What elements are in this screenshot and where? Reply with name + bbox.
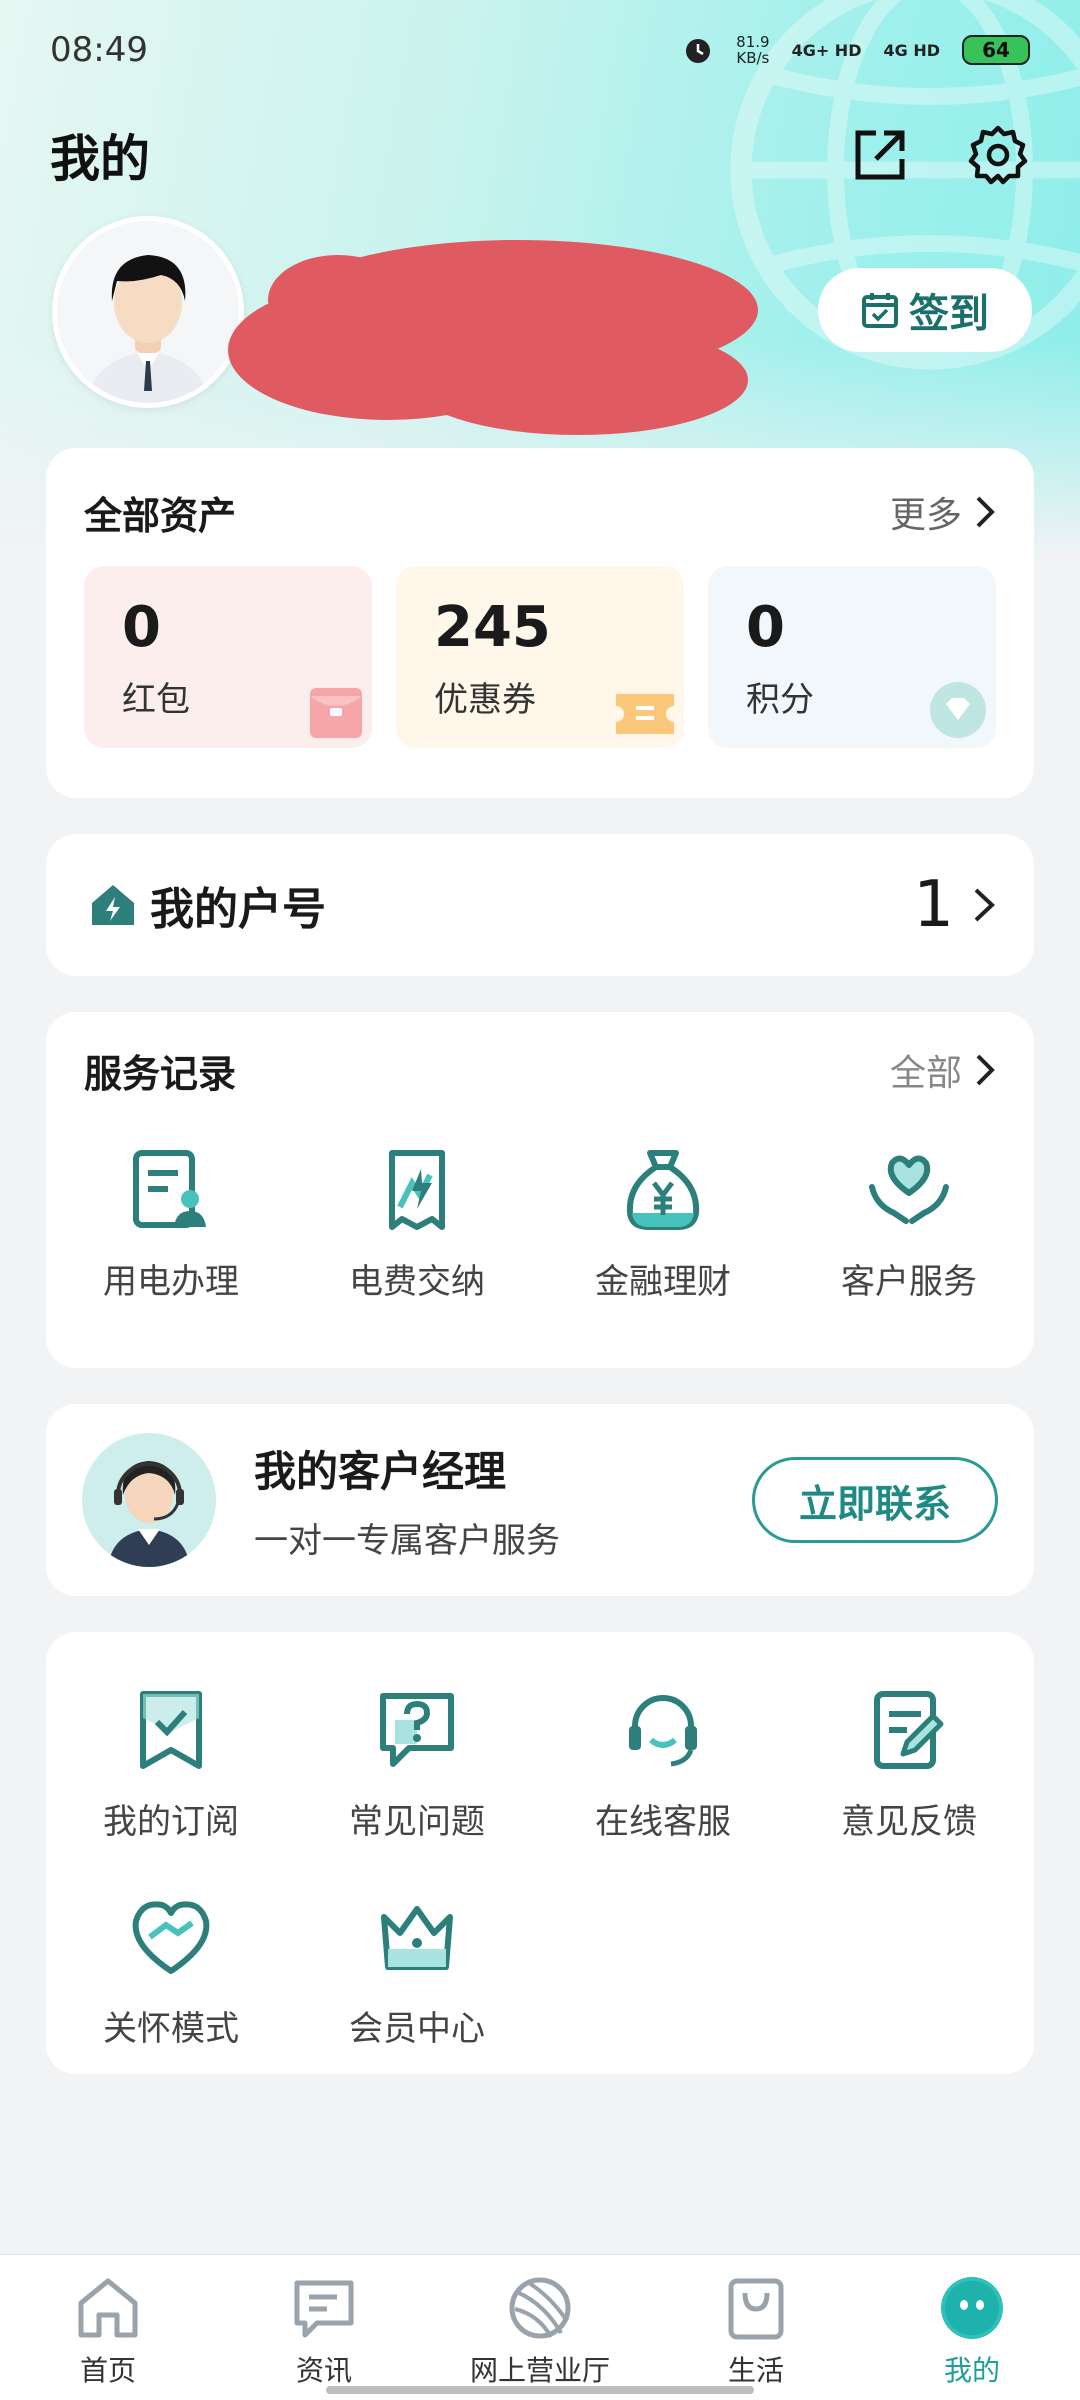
service-bill-payment[interactable]: 电费交纳 (294, 1142, 540, 1303)
tool-online-service[interactable]: 在线客服 (540, 1682, 786, 1843)
message-icon (294, 2280, 354, 2338)
asset-coupon[interactable]: 245 优惠券 (396, 566, 684, 748)
asset-value: 0 (746, 595, 785, 660)
question-icon (380, 1693, 454, 1767)
house-lightning-icon (92, 885, 134, 925)
sim1-signal: 4G+ HD (791, 40, 862, 60)
calendar-check-icon (862, 293, 898, 328)
tool-label: 会员中心 (349, 2009, 485, 2049)
external-link-icon (855, 130, 905, 180)
service-label: 用电办理 (103, 1262, 239, 1302)
chevron-right-icon (974, 888, 995, 922)
gear-icon (968, 125, 1028, 185)
share-button[interactable] (848, 123, 912, 187)
manager-avatar (82, 1433, 216, 1567)
tool-label: 意见反馈 (841, 1802, 977, 1842)
profile-face-icon (941, 2277, 1003, 2339)
nav-online-hall[interactable]: 网上营业厅 (432, 2255, 648, 2400)
tool-faq[interactable]: 常见问题 (294, 1682, 540, 1843)
status-time: 08:49 (50, 30, 148, 70)
account-count: 1 (913, 868, 954, 942)
home-indicator[interactable] (326, 2386, 754, 2394)
checkin-button[interactable]: 签到 (818, 268, 1032, 352)
asset-value: 245 (434, 595, 551, 660)
bottom-nav: 首页 资讯 网上营业厅 生活 我的 (0, 2254, 1080, 2400)
nav-label: 首页 (79, 2354, 136, 2387)
contact-now-button[interactable]: 立即联系 (752, 1457, 998, 1543)
checkin-label: 签到 (909, 291, 989, 337)
coupon-icon (616, 694, 674, 734)
headset-icon (629, 1695, 697, 1767)
home-icon (78, 2278, 138, 2338)
chevron-right-icon (976, 496, 995, 528)
assets-title: 全部资产 (84, 493, 237, 538)
service-customer-service[interactable]: 客户服务 (786, 1142, 1032, 1303)
tool-member-center[interactable]: 会员中心 (294, 1889, 540, 2050)
service-label: 金融理财 (595, 1262, 731, 1302)
tool-label: 关怀模式 (103, 2009, 239, 2049)
sim2-signal: 4G HD (883, 40, 940, 60)
avatar[interactable] (52, 216, 244, 408)
services-title: 服务记录 (84, 1051, 237, 1096)
tools-card: 我的订阅 常见问题 在线客服 意见反馈 关怀模式 会员中心 (46, 1632, 1034, 2074)
service-label: 电费交纳 (349, 1262, 485, 1302)
asset-label: 积分 (746, 680, 814, 720)
tool-subscriptions[interactable]: 我的订阅 (48, 1682, 294, 1843)
alarm-icon (686, 39, 711, 63)
service-label: 客户服务 (841, 1262, 977, 1302)
heart-hands-icon (869, 1155, 949, 1224)
nav-label: 网上营业厅 (469, 2354, 610, 2387)
service-electricity-application[interactable]: 用电办理 (48, 1142, 294, 1303)
asset-label: 红包 (122, 680, 190, 720)
bill-payment-icon (389, 1150, 445, 1230)
tool-label: 我的订阅 (103, 1802, 239, 1842)
battery-indicator: 64 (962, 35, 1030, 65)
nav-mine[interactable]: 我的 (864, 2255, 1080, 2400)
nav-home[interactable]: 首页 (0, 2255, 216, 2400)
electricity-application-icon (133, 1150, 206, 1228)
nav-label: 我的 (943, 2354, 1000, 2387)
nav-label: 生活 (727, 2354, 784, 2387)
account-manager-card: 我的客户经理 一对一专属客户服务 立即联系 (46, 1404, 1034, 1596)
page-title: 我的 (50, 130, 150, 188)
red-envelope-icon (310, 688, 362, 738)
asset-points[interactable]: 0 积分 (708, 566, 996, 748)
account-card[interactable]: 我的户号 1 (46, 834, 1034, 976)
tool-label: 常见问题 (349, 1802, 485, 1842)
settings-button[interactable] (966, 123, 1030, 187)
tool-label: 在线客服 (595, 1802, 731, 1842)
tool-feedback[interactable]: 意见反馈 (786, 1682, 1032, 1843)
services-all-link[interactable]: 全部 (890, 1044, 996, 1096)
crown-icon (381, 1906, 453, 1970)
assets-card: 全部资产 更多 0 红包 245 优惠券 0 积分 (46, 448, 1034, 798)
manager-subtitle: 一对一专属客户服务 (254, 1521, 560, 1561)
net-speed: 81.9 KB/s (736, 33, 770, 67)
status-bar: 08:49 81.9 KB/s 4G+ HD 4G HD 64 (0, 0, 1080, 100)
asset-red-envelope[interactable]: 0 红包 (84, 566, 372, 748)
service-finance[interactable]: 金融理财 (540, 1142, 786, 1303)
care-heart-icon (132, 1901, 210, 1974)
money-bag-icon (626, 1150, 700, 1230)
nav-news[interactable]: 资讯 (216, 2255, 432, 2400)
assets-more-link[interactable]: 更多 (890, 486, 996, 538)
diamond-icon (930, 682, 986, 738)
tool-care-mode[interactable]: 关怀模式 (48, 1889, 294, 2050)
service-records-card: 服务记录 全部 用电办理 电费交纳 金融理财 客户服务 (46, 1012, 1034, 1368)
chevron-right-icon (976, 1054, 995, 1086)
nav-life[interactable]: 生活 (648, 2255, 864, 2400)
redacted-username (228, 240, 758, 435)
manager-title: 我的客户经理 (254, 1447, 507, 1496)
asset-value: 0 (122, 595, 161, 660)
profile-section: 签到 (48, 210, 1032, 435)
account-label: 我的户号 (150, 884, 326, 935)
page-header: 我的 (0, 100, 1080, 210)
bookmark-check-icon (140, 1691, 202, 1769)
shopping-bag-icon (728, 2278, 784, 2340)
nav-label: 资讯 (295, 2354, 352, 2387)
globe-icon (509, 2277, 571, 2339)
feedback-edit-icon (874, 1691, 944, 1769)
